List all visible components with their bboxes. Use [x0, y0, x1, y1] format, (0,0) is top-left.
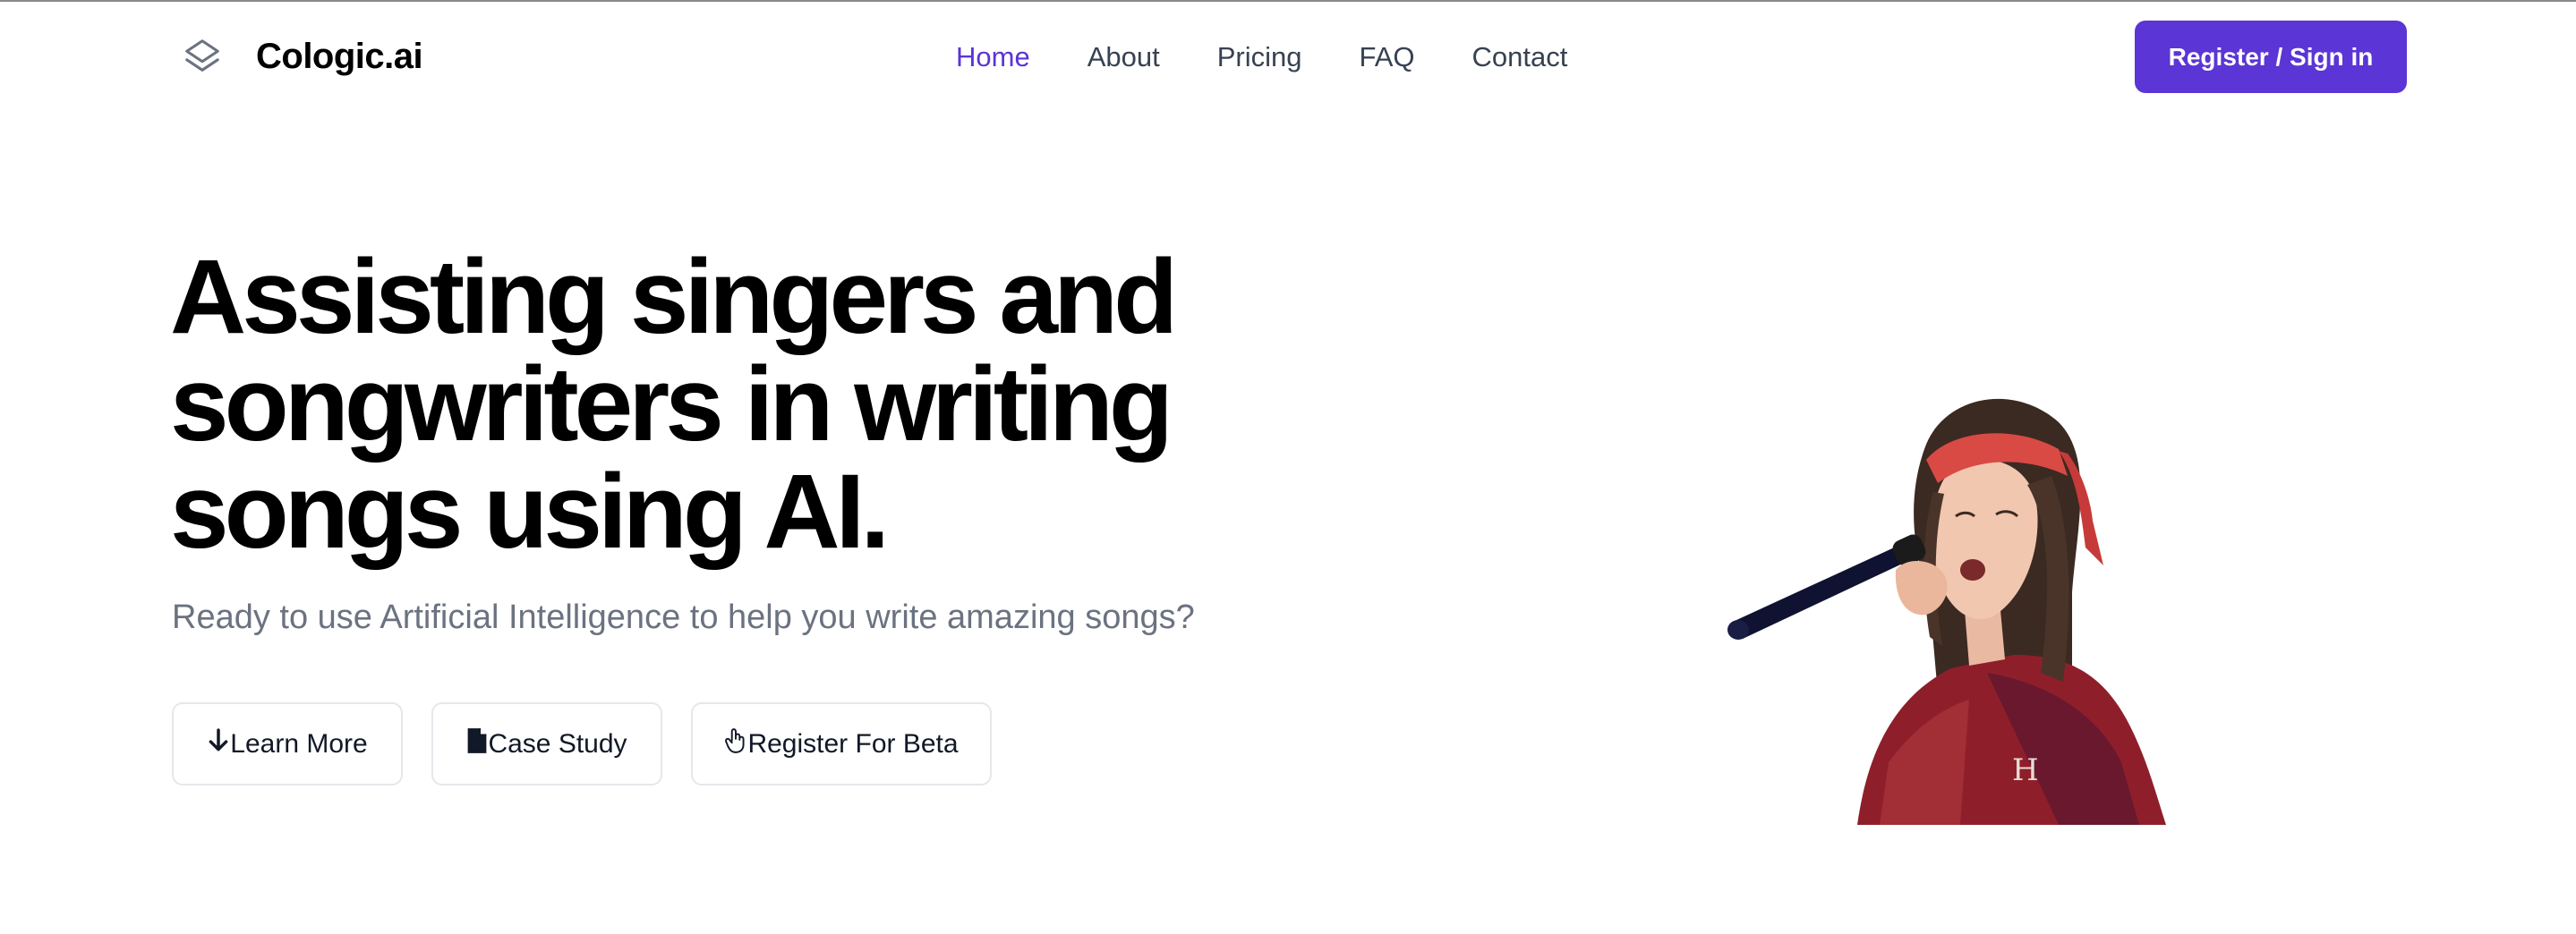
register-signin-button[interactable]: Register / Sign in: [2135, 21, 2407, 93]
case-study-button[interactable]: Case Study: [431, 702, 662, 785]
learn-more-button[interactable]: Learn More: [172, 702, 403, 785]
nav-pricing[interactable]: Pricing: [1217, 41, 1302, 73]
nav-home[interactable]: Home: [956, 41, 1030, 73]
landing-page: Cologic.ai Home About Pricing FAQ Contac…: [0, 0, 2576, 934]
hero-button-row: Learn More Case Study Register For Beta: [172, 702, 992, 785]
svg-text:H: H: [2012, 752, 2039, 788]
brand-logo[interactable]: Cologic.ai: [179, 30, 423, 82]
hero-title-line-1: Assisting singers and: [170, 238, 1178, 356]
hero-title-line-2: songwriters in writing: [170, 345, 1173, 463]
hand-pointer-icon: [724, 727, 747, 761]
brand-name: Cologic.ai: [256, 36, 423, 76]
nav-faq[interactable]: FAQ: [1359, 41, 1414, 73]
hero-title-line-3: songs using AI.: [170, 453, 890, 571]
hero-singer-image: H: [1719, 386, 2247, 825]
nav-contact[interactable]: Contact: [1472, 41, 1568, 73]
top-navbar: Cologic.ai Home About Pricing FAQ Contac…: [0, 2, 2576, 109]
nav-about[interactable]: About: [1088, 41, 1160, 73]
hero-subtitle: Ready to use Artificial Intelligence to …: [172, 599, 1195, 636]
arrow-down-icon: [207, 727, 230, 760]
layers-icon: [179, 33, 226, 80]
case-study-label: Case Study: [488, 728, 627, 759]
learn-more-label: Learn More: [230, 728, 368, 759]
register-beta-label: Register For Beta: [747, 728, 959, 759]
nav-links: Home About Pricing FAQ Contact: [956, 38, 1567, 77]
hero-title: Assisting singers and songwriters in wri…: [170, 243, 1334, 565]
document-icon: [466, 727, 488, 761]
register-beta-button[interactable]: Register For Beta: [691, 702, 992, 785]
